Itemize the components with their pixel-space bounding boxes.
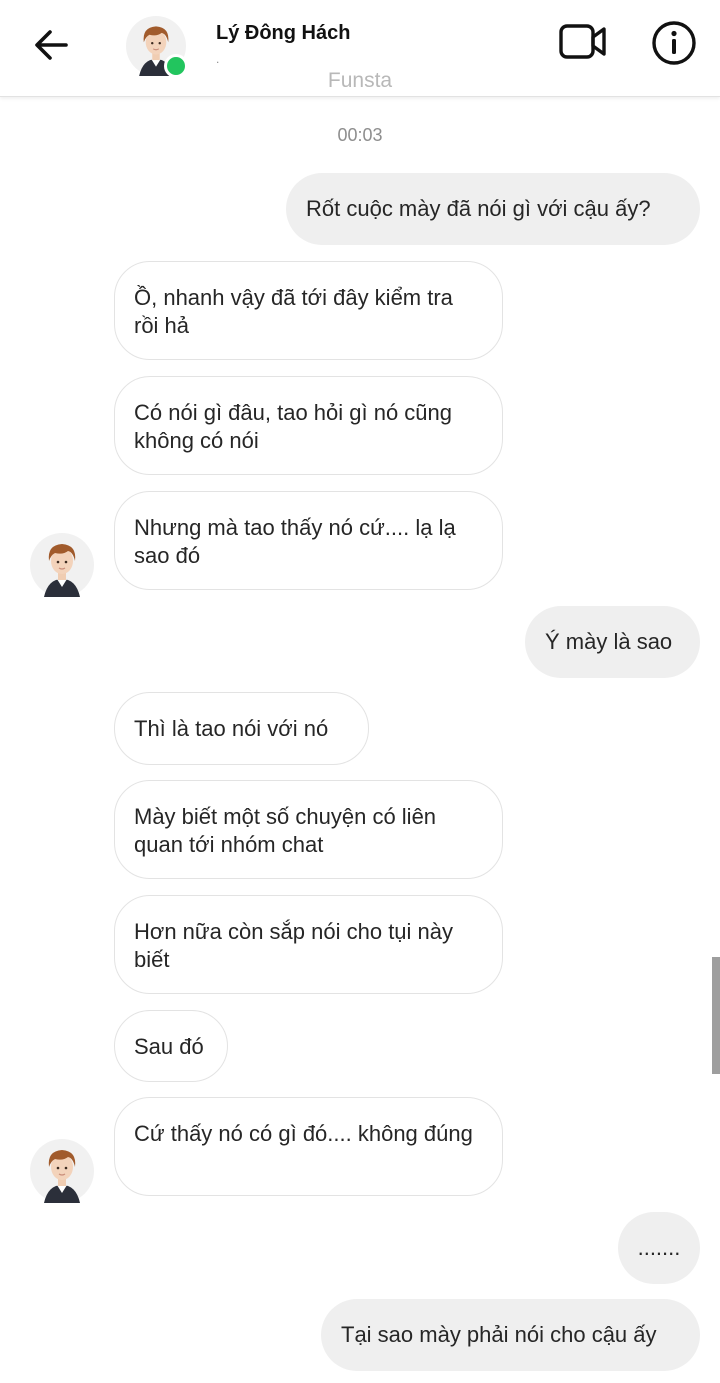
chat-header: Lý Đông Hách . Funsta	[0, 0, 720, 97]
message-text: Mày biết một số chuyện có liên quan tới …	[134, 804, 437, 857]
chat-screen: Lý Đông Hách . Funsta 00:03 Rốt cuộc mày…	[0, 0, 720, 1383]
contact-subtitle: .	[216, 52, 220, 66]
message-text: Cứ thấy nó có gì đó.... không đúng	[134, 1121, 473, 1146]
message-text: Rốt cuộc mày đã nói gì với cậu ấy?	[306, 196, 651, 221]
message-text: Thì là tao nói với nó	[134, 716, 329, 741]
message-text: Hơn nữa còn sắp nói cho tụi này biết	[134, 919, 454, 972]
info-button[interactable]	[650, 19, 698, 67]
video-camera-icon	[559, 24, 606, 59]
message-bubble-outgoing[interactable]: Ý mày là sao	[525, 606, 700, 678]
message-bubble-incoming[interactable]: Có nói gì đâu, tao hỏi gì nó cũng không …	[114, 376, 503, 475]
message-bubble-incoming[interactable]: Nhưng mà tao thấy nó cứ.... lạ lạ sao đó	[114, 491, 503, 590]
message-text: Ồ, nhanh vậy đã tới đây kiểm tra rồi hả	[134, 285, 453, 338]
info-icon	[652, 21, 696, 65]
message-text: Tại sao mày phải nói cho cậu ấy	[341, 1322, 657, 1347]
message-text: .......	[637, 1235, 681, 1260]
app-brand-label: Funsta	[327, 69, 393, 92]
arrow-left-icon	[35, 30, 68, 60]
message-text: Ý mày là sao	[545, 629, 673, 654]
message-text: Có nói gì đâu, tao hỏi gì nó cũng không …	[134, 400, 453, 453]
message-bubble-incoming[interactable]: Ồ, nhanh vậy đã tới đây kiểm tra rồi hả	[114, 261, 503, 360]
sender-avatar[interactable]	[30, 533, 94, 597]
message-timestamp: 00:03	[337, 125, 383, 145]
scrollbar-thumb[interactable]	[712, 957, 720, 1074]
message-bubble-outgoing[interactable]: Rốt cuộc mày đã nói gì với cậu ấy?	[286, 173, 700, 245]
message-bubble-incoming[interactable]: Mày biết một số chuyện có liên quan tới …	[114, 780, 503, 879]
contact-name[interactable]: Lý Đông Hách	[216, 22, 350, 45]
message-bubble-incoming[interactable]: Cứ thấy nó có gì đó.... không đúng	[114, 1097, 503, 1196]
video-call-button[interactable]	[556, 20, 610, 64]
message-text: Sau đó	[134, 1034, 204, 1059]
back-button[interactable]	[28, 22, 74, 68]
message-bubble-outgoing[interactable]: .......	[618, 1212, 700, 1284]
message-bubble-outgoing[interactable]: Tại sao mày phải nói cho cậu ấy	[321, 1299, 700, 1371]
message-bubble-incoming[interactable]: Sau đó	[114, 1010, 228, 1082]
sender-avatar[interactable]	[30, 1139, 94, 1203]
message-bubble-incoming[interactable]: Hơn nữa còn sắp nói cho tụi này biết	[114, 895, 503, 994]
message-text: Nhưng mà tao thấy nó cứ.... lạ lạ sao đó	[134, 515, 456, 568]
message-bubble-incoming[interactable]: Thì là tao nói với nó	[114, 692, 369, 765]
